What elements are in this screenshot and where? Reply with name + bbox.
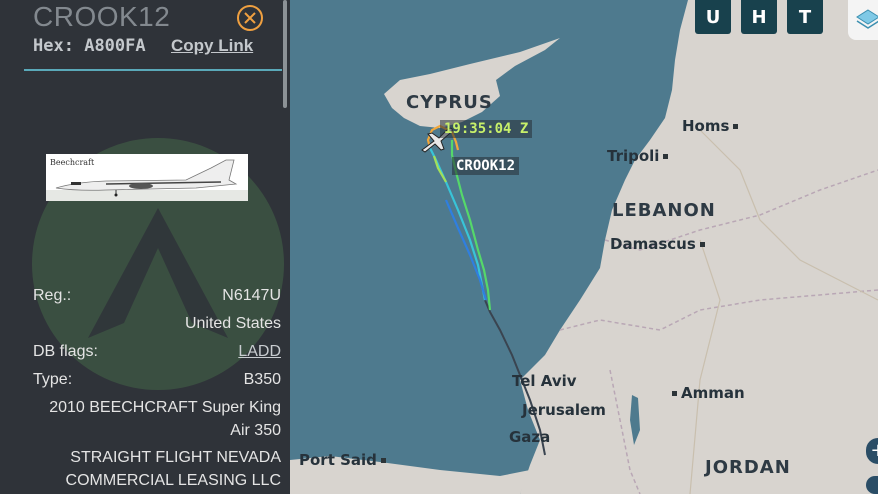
close-icon[interactable]: [236, 4, 264, 32]
aircraft-photo-drawing: Beechcraft: [46, 154, 248, 201]
aircraft-time-label: 19:35:04 Z: [440, 120, 533, 138]
owner-line1: STRAIGHT FLIGHT NEVADA: [70, 449, 281, 466]
hex-line: Hex: A800FA: [33, 36, 146, 56]
t-button[interactable]: T: [787, 0, 823, 34]
photo-caption: Beechcraft: [50, 158, 95, 167]
divider: [24, 69, 282, 71]
place-port-said: Port Said: [299, 451, 386, 469]
db-flags-label: DB flags:: [33, 343, 98, 360]
place-homs-name: Homs: [682, 117, 730, 135]
place-gaza: Gaza: [509, 428, 551, 446]
callsign-title: CROOK12: [33, 1, 171, 32]
reg-label: Reg.:: [33, 287, 72, 304]
zoom-out-button[interactable]: [866, 476, 878, 494]
place-tel-aviv: Tel Aviv: [512, 372, 577, 390]
place-cyprus: CYPRUS: [406, 92, 493, 113]
owner-line2: COMMERCIAL LEASING LLC: [65, 472, 281, 489]
reg-value: N6147U: [222, 287, 281, 304]
country-value: United States: [184, 315, 281, 332]
type-value: B350: [243, 371, 281, 388]
place-lebanon: LEBANON: [612, 200, 716, 221]
place-damascus: Damascus: [610, 235, 705, 253]
place-jordan: JORDAN: [705, 457, 791, 478]
copy-link[interactable]: Copy Link: [171, 36, 253, 56]
place-amman-name: Amman: [681, 384, 745, 402]
hex-value: A800FA: [84, 36, 146, 56]
layers-button[interactable]: [848, 0, 878, 40]
hex-label: Hex:: [33, 36, 74, 56]
layers-icon: [856, 9, 878, 29]
db-flags-link[interactable]: LADD: [238, 343, 281, 361]
scrollbar[interactable]: [283, 0, 287, 108]
place-damascus-name: Damascus: [610, 235, 696, 253]
place-tripoli-name: Tripoli: [607, 147, 660, 165]
aircraft-callsign-label[interactable]: CROOK12: [452, 157, 520, 175]
place-tripoli: Tripoli: [607, 147, 669, 165]
h-button[interactable]: H: [741, 0, 777, 34]
place-amman: Amman: [672, 384, 745, 402]
place-homs: Homs: [682, 117, 739, 135]
place-jerusalem: Jerusalem: [522, 401, 606, 419]
place-port-said-name: Port Said: [299, 451, 377, 469]
type-label: Type:: [33, 371, 73, 388]
u-button[interactable]: U: [695, 0, 731, 34]
description-line1: 2010 BEECHCRAFT Super King: [49, 399, 281, 416]
aircraft-info-panel: CROOK12 Hex: A800FA Copy Link Beechcraft…: [0, 0, 290, 494]
description-line2: Air 350: [230, 422, 281, 439]
aircraft-photo: Beechcraft: [46, 154, 248, 201]
